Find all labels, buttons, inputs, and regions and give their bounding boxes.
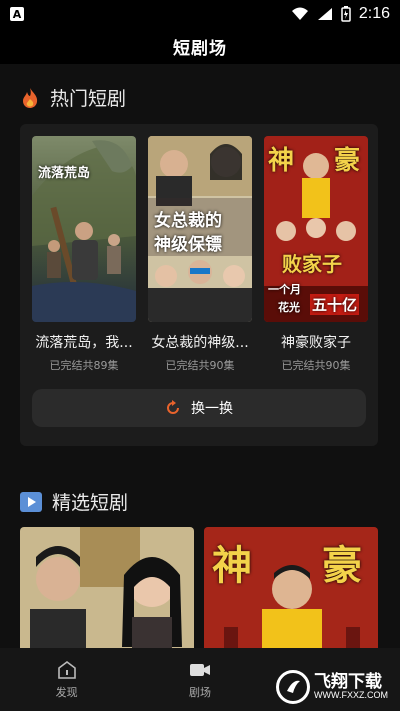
drama-poster[interactable]: 流落荒岛 — [32, 136, 136, 322]
hot-dramas-card: 流落荒岛 流落荒岛，我... 已完结共89集 女总裁的 神级保镖 女总裁的神级.… — [20, 124, 378, 446]
watermark: 飞翔下载 WWW.FXXZ.COM — [276, 667, 394, 707]
poster-tagline-1: 一个月 — [268, 283, 301, 296]
cellular-icon — [317, 8, 332, 20]
poster-title-char1: 神 — [268, 146, 295, 176]
featured-poster[interactable]: 神 豪 — [204, 527, 378, 648]
poster-tagline-2: 花光 — [278, 301, 300, 314]
discover-icon — [57, 660, 76, 679]
watermark-text-en: WWW.FXXZ.COM — [314, 690, 388, 700]
drama-poster[interactable]: 神 豪 败家子 一个月 花光 五十亿 — [264, 136, 368, 322]
tab-discover-label: 发现 — [55, 685, 78, 699]
status-bar: A 2:16 — [0, 0, 400, 28]
page-title: 短剧场 — [173, 38, 227, 59]
drama-item[interactable]: 神 豪 败家子 一个月 花光 五十亿 神豪败家子 已完结共90集 — [264, 136, 368, 373]
featured-section-title: 精选短剧 — [52, 492, 129, 514]
fire-icon — [23, 87, 38, 108]
poster-title-char2: 豪 — [334, 146, 361, 176]
poster-title-text: 流落荒岛 — [38, 166, 91, 181]
bottom-tab-bar: 发现 剧场 飞翔下载 WWW.FXXZ.COM — [0, 648, 400, 711]
featured-section-header: 精选短剧 — [20, 488, 128, 515]
drama-title[interactable]: 女总裁的神级... — [148, 332, 252, 352]
poster-title-line2: 神级保镖 — [154, 235, 222, 255]
drama-poster[interactable]: 女总裁的 神级保镖 — [148, 136, 252, 322]
tab-discover[interactable]: 发现 — [0, 648, 133, 711]
poster-tagline-3: 五十亿 — [310, 294, 360, 315]
drama-episodes: 已完结共89集 — [49, 359, 119, 372]
battery-icon — [341, 6, 351, 22]
featured-title-char1: 神 — [212, 543, 252, 589]
drama-title[interactable]: 流落荒岛，我... — [32, 332, 136, 352]
tab-theater-label: 剧场 — [188, 685, 211, 699]
poster-title-char3: 败家子 — [282, 252, 342, 276]
watermark-text-cn: 飞翔下载 — [314, 672, 382, 692]
top-bar: 短剧场 — [0, 28, 400, 64]
play-icon — [20, 491, 42, 512]
featured-bodyguard-image — [20, 527, 194, 648]
main-content[interactable]: 热门短剧 流落荒岛 流落荒岛，我... 已完结共89集 女总裁的 神级保镖 女总… — [0, 64, 400, 648]
refresh-icon — [167, 400, 179, 414]
wifi-icon — [291, 7, 308, 20]
drama-item[interactable]: 流落荒岛 流落荒岛，我... 已完结共89集 — [32, 136, 136, 373]
theater-icon — [189, 663, 210, 676]
notification-a-icon: A — [10, 7, 24, 21]
refresh-button[interactable]: 换一换 — [32, 389, 366, 427]
watermark-logo-icon — [276, 670, 310, 704]
hot-section-header: 热门短剧 — [20, 84, 126, 111]
poster-title-line1: 女总裁的 — [154, 211, 222, 231]
drama-title[interactable]: 神豪败家子 — [264, 332, 368, 352]
refresh-label: 换一换 — [191, 401, 233, 417]
tab-theater[interactable]: 剧场 — [133, 648, 266, 711]
drama-episodes: 已完结共90集 — [165, 359, 235, 372]
hot-section-title: 热门短剧 — [50, 88, 127, 110]
featured-title-char2: 豪 — [322, 543, 362, 589]
drama-item[interactable]: 女总裁的 神级保镖 女总裁的神级... 已完结共90集 — [148, 136, 252, 373]
status-time: 2:16 — [358, 5, 390, 22]
featured-poster[interactable] — [20, 527, 194, 648]
drama-episodes: 已完结共90集 — [281, 359, 351, 372]
